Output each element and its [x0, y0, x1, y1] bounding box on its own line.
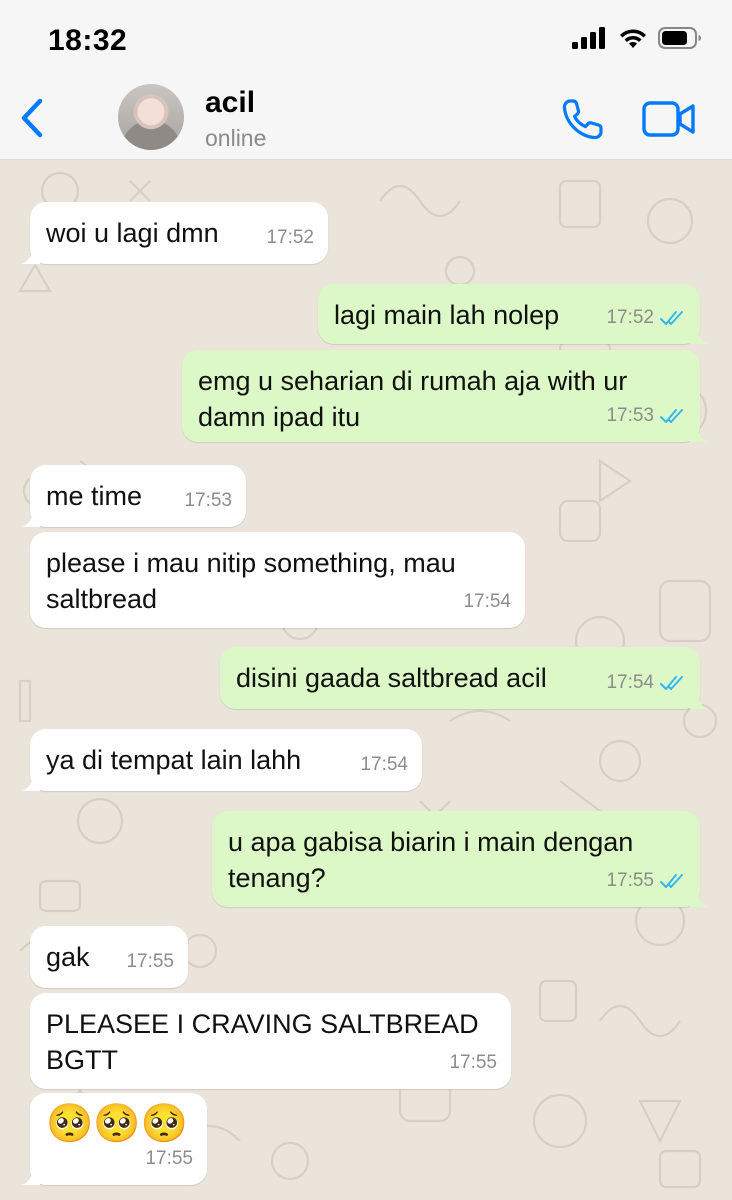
message-bubble-outgoing[interactable]: disini gaada saltbread acil 17:54 — [220, 647, 708, 709]
message-bubble-incoming[interactable]: woi u lagi dmn 17:52 — [22, 202, 328, 264]
bubble-tail — [22, 773, 40, 791]
wifi-icon — [620, 29, 646, 48]
message-time: 17:53 — [184, 490, 232, 511]
message-text: please i mau nitip something, mau saltbr… — [46, 548, 464, 614]
contact-avatar[interactable] — [118, 84, 184, 150]
message-text: me time — [46, 481, 143, 511]
message-bubble-incoming[interactable]: me time 17:53 — [22, 465, 246, 527]
cellular-signal-icon — [572, 27, 605, 49]
message-bubble-incoming[interactable]: 🥺🥺🥺 17:55 — [22, 1093, 207, 1185]
message-bubble-incoming[interactable]: PLEASEE I CRAVING SALTBREAD BGTT 17:55 — [30, 993, 511, 1089]
message-time: 17:52 — [266, 227, 314, 248]
message-time: 17:54 — [360, 754, 408, 775]
message-emoji: 🥺🥺🥺 — [46, 1103, 188, 1145]
message-time: 17:54 — [606, 672, 654, 693]
bubble-tail — [22, 1167, 40, 1185]
message-bubble-incoming[interactable]: gak 17:55 — [30, 926, 188, 988]
message-bubble-outgoing[interactable]: emg u seharian di rumah aja with ur damn… — [182, 350, 708, 442]
bubble-tail — [690, 889, 708, 907]
message-time: 17:54 — [463, 591, 511, 612]
status-bar: 18:32 — [0, 0, 732, 80]
message-time: 17:52 — [606, 307, 654, 328]
message-text: lagi main lah nolep — [334, 300, 560, 330]
double-check-read-icon — [660, 676, 683, 690]
contact-name[interactable]: acil — [205, 86, 255, 120]
phone-icon[interactable] — [560, 96, 606, 142]
status-icons — [572, 27, 702, 49]
message-bubble-incoming[interactable]: ya di tempat lain lahh 17:54 — [22, 729, 422, 791]
message-time: 17:53 — [606, 405, 654, 426]
chat-header: acil online — [0, 80, 732, 160]
message-text: woi u lagi dmn — [46, 218, 219, 248]
status-time: 18:32 — [48, 24, 128, 57]
bubble-tail — [22, 246, 40, 264]
message-bubble-outgoing[interactable]: lagi main lah nolep 17:52 — [318, 284, 708, 344]
message-text: ya di tempat lain lahh — [46, 745, 302, 775]
contact-status: online — [205, 125, 267, 151]
message-time: 17:55 — [606, 870, 654, 891]
message-bubble-outgoing[interactable]: u apa gabisa biarin i main dengan tenang… — [212, 811, 708, 907]
bubble-tail — [690, 424, 708, 442]
message-time: 17:55 — [145, 1148, 193, 1169]
message-time: 17:55 — [126, 951, 174, 972]
double-check-read-icon — [660, 874, 683, 888]
message-bubble-incoming[interactable]: please i mau nitip something, mau saltbr… — [30, 532, 525, 628]
double-check-read-icon — [660, 409, 683, 423]
bubble-tail — [690, 691, 708, 709]
chat-area[interactable]: woi u lagi dmn 17:52 lagi main lah nolep… — [0, 161, 732, 1200]
bubble-tail — [690, 326, 708, 344]
double-check-read-icon — [660, 311, 683, 325]
message-text: PLEASEE I CRAVING SALTBREAD BGTT — [46, 1009, 487, 1075]
video-camera-icon[interactable] — [642, 100, 696, 138]
message-text: disini gaada saltbread acil — [236, 663, 547, 693]
chevron-left-icon[interactable] — [16, 96, 50, 140]
message-text: gak — [46, 942, 90, 972]
message-time: 17:55 — [449, 1052, 497, 1073]
battery-icon — [658, 27, 701, 49]
bubble-tail — [22, 509, 40, 527]
